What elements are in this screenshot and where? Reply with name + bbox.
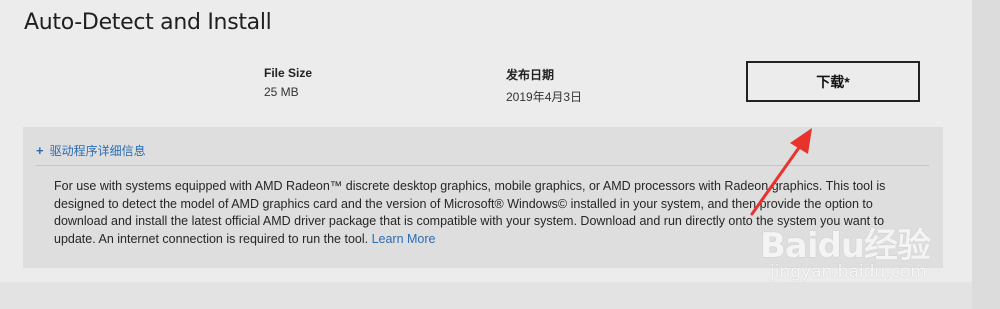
driver-card: Auto-Detect and Install File Size 25 MB …: [0, 0, 972, 282]
download-button[interactable]: 下载*: [746, 61, 920, 102]
file-size-label: File Size: [264, 66, 313, 80]
driver-description-text: For use with systems equipped with AMD R…: [54, 179, 886, 246]
learn-more-link[interactable]: Learn More: [372, 232, 436, 246]
file-size-block: File Size 25 MB: [264, 66, 312, 99]
file-size-value: 25 MB: [264, 85, 299, 99]
release-date-block: 发布日期 2019年4月3日: [506, 66, 582, 105]
plus-icon: +: [36, 143, 44, 158]
driver-details-toggle-label: 驱动程序详细信息: [49, 144, 146, 158]
driver-description: For use with systems equipped with AMD R…: [54, 178, 924, 248]
divider: [36, 165, 929, 166]
section-title: Auto-Detect and Install: [24, 10, 272, 35]
page-edge-strip: [972, 0, 1000, 309]
driver-details-toggle[interactable]: + 驱动程序详细信息: [36, 142, 146, 159]
driver-details-panel: + 驱动程序详细信息 For use with systems equipped…: [23, 127, 943, 268]
release-date-value: 2019年4月3日: [506, 90, 583, 104]
release-date-label: 发布日期: [506, 68, 555, 82]
